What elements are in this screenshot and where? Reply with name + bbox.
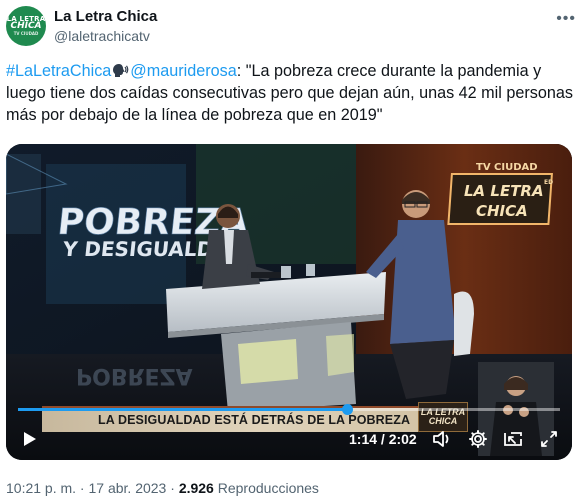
more-options-icon[interactable]: ••• bbox=[556, 10, 576, 28]
set-sign-text: TV CIUDAD bbox=[476, 162, 538, 173]
gear-icon[interactable] bbox=[468, 429, 488, 449]
avatar-text-line: TV CIUDAD bbox=[13, 31, 39, 37]
lower-third-logo: LA LETRA CHICA bbox=[418, 402, 468, 432]
speaking-head-icon bbox=[113, 64, 129, 77]
set-sign-text: CHICA bbox=[476, 202, 528, 220]
progress-fill bbox=[18, 408, 347, 411]
set-sign-text: ED bbox=[544, 179, 553, 186]
meta-separator: · bbox=[166, 480, 179, 496]
progress-knob[interactable] bbox=[342, 404, 353, 415]
mention-link[interactable]: @mauriderosa bbox=[130, 62, 236, 80]
tweet-text: #LaLetraChica @mauriderosa: "La pobreza … bbox=[6, 60, 578, 126]
account-name[interactable]: La Letra Chica bbox=[54, 8, 157, 25]
set-sign-text: LA LETRA bbox=[464, 182, 544, 200]
lower-third-logo-line: CHICA bbox=[428, 416, 458, 426]
video-player[interactable]: POBREZA Y DESIGUALDAD POBREZA TV CIUDAD … bbox=[6, 144, 572, 460]
tweet-time[interactable]: 10:21 p. m. bbox=[6, 480, 76, 496]
meta-separator: · bbox=[76, 480, 89, 496]
progress-bar[interactable] bbox=[18, 404, 560, 415]
tweet-date[interactable]: 17 abr. 2023 bbox=[89, 480, 167, 496]
volume-icon[interactable] bbox=[432, 430, 452, 448]
fullscreen-icon[interactable] bbox=[540, 430, 558, 448]
account-handle[interactable]: @laletrachicatv bbox=[54, 28, 150, 44]
views-label: Reproducciones bbox=[217, 480, 319, 496]
hashtag-link[interactable]: #LaLetraChica bbox=[6, 62, 111, 80]
avatar-text-line: CHICA bbox=[10, 21, 42, 32]
floor-reflection: POBREZA bbox=[76, 363, 193, 388]
video-time: 1:14 / 2:02 bbox=[349, 431, 417, 447]
tweet-header: LA LETRA CHICA TV CIUDAD La Letra Chica … bbox=[6, 6, 576, 46]
tweet-meta: 10:21 p. m. · 17 abr. 2023 · 2.926 Repro… bbox=[6, 480, 319, 496]
view-count: 2.926 bbox=[178, 480, 214, 496]
avatar[interactable]: LA LETRA CHICA TV CIUDAD bbox=[6, 6, 46, 46]
picture-in-picture-icon[interactable] bbox=[503, 430, 523, 448]
play-icon[interactable] bbox=[20, 430, 38, 448]
